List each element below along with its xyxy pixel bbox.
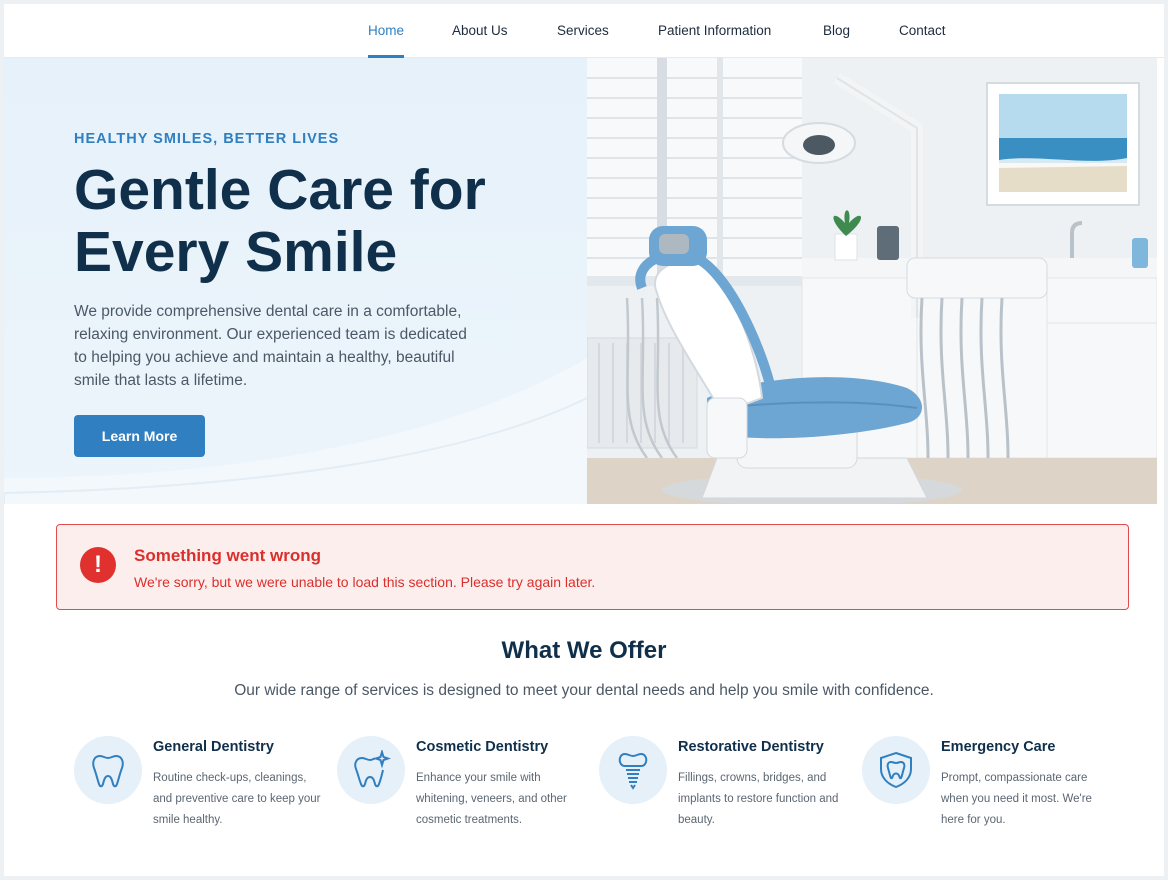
- hero-eyebrow: HEALTHY SMILES, BETTER LIVES: [74, 131, 340, 147]
- service-description: Fillings, crowns, bridges, and implants …: [678, 772, 839, 826]
- services-subtitle: Our wide range of services is designed t…: [234, 682, 934, 699]
- exclamation-icon: !: [80, 547, 116, 583]
- service-card-general-dentistry[interactable]: General Dentistry Routine check-ups, cle…: [74, 736, 329, 836]
- service-title: Restorative Dentistry: [678, 739, 824, 755]
- alert-message: We're sorry, but we were unable to load …: [134, 574, 596, 590]
- nav-services[interactable]: Services: [557, 4, 609, 58]
- top-navigation: Home About Us Services Patient Informati…: [4, 4, 1164, 58]
- tooth-icon: [74, 736, 142, 804]
- service-description: Prompt, compassionate care when you need…: [941, 772, 1092, 826]
- shield-tooth-icon: [862, 736, 930, 804]
- services-title: What We Offer: [501, 637, 667, 664]
- service-title: Emergency Care: [941, 739, 1056, 755]
- error-alert: ! Something went wrong We're sorry, but …: [56, 524, 1129, 610]
- sparkle-tooth-icon: [337, 736, 405, 804]
- hero-headline: Gentle Care for Every Smile: [74, 158, 486, 284]
- learn-more-button[interactable]: Learn More: [74, 415, 205, 457]
- service-description: Enhance your smile with whitening, venee…: [416, 772, 567, 826]
- service-card-cosmetic-dentistry[interactable]: Cosmetic Dentistry Enhance your smile wi…: [337, 736, 592, 836]
- service-card-restorative-dentistry[interactable]: Restorative Dentistry Fillings, crowns, …: [599, 736, 854, 836]
- service-description: Routine check-ups, cleanings, and preven…: [153, 772, 321, 826]
- page: Home About Us Services Patient Informati…: [4, 4, 1164, 876]
- service-title: General Dentistry: [153, 739, 274, 755]
- nav-contact[interactable]: Contact: [899, 4, 946, 58]
- service-card-emergency-care[interactable]: Emergency Care Prompt, compassionate car…: [862, 736, 1117, 836]
- nav-blog[interactable]: Blog: [823, 4, 850, 58]
- dental-implant-icon: [599, 736, 667, 804]
- nav-patient-information[interactable]: Patient Information: [658, 4, 771, 58]
- alert-title: Something went wrong: [134, 546, 321, 565]
- dental-office-image: [587, 58, 1157, 504]
- hero-description: We provide comprehensive dental care in …: [74, 303, 467, 389]
- service-title: Cosmetic Dentistry: [416, 739, 549, 755]
- nav-about-us[interactable]: About Us: [452, 4, 508, 58]
- nav-home[interactable]: Home: [368, 4, 405, 58]
